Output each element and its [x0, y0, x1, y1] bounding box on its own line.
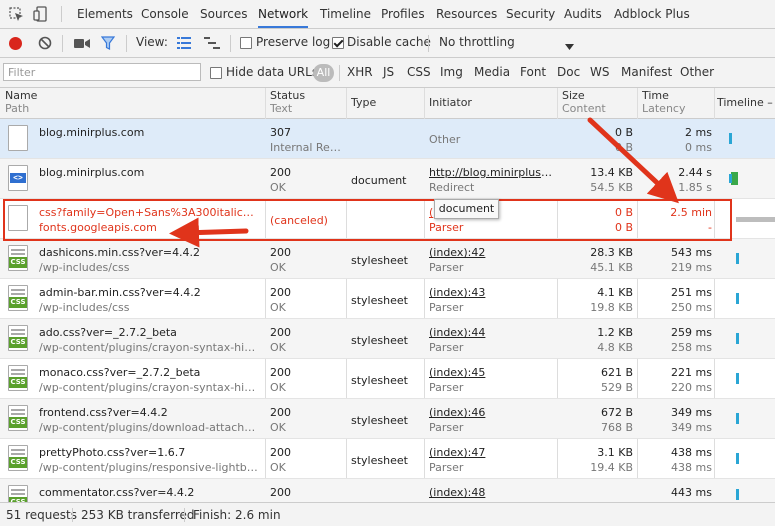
arrow-to-time-icon — [587, 117, 679, 204]
annotation-arrows — [169, 117, 679, 248]
arrow-to-request-icon — [169, 217, 249, 248]
